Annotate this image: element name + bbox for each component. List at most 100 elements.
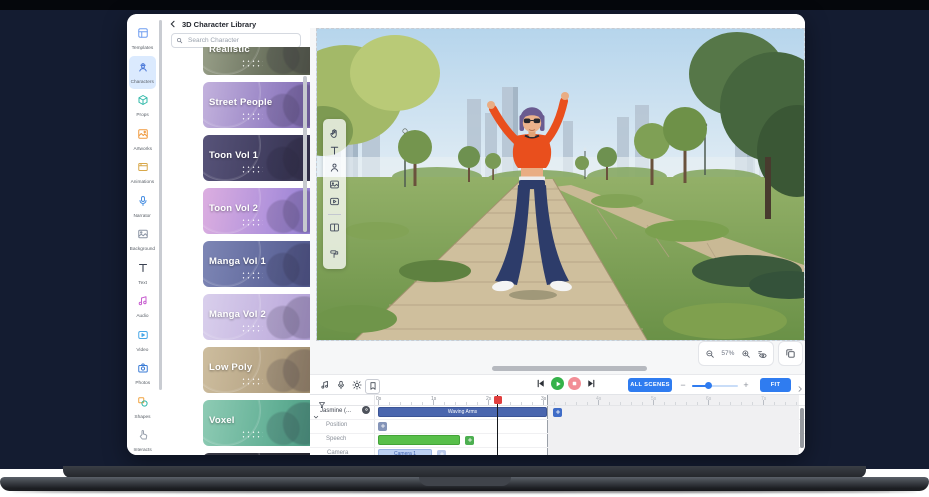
light-sun-icon[interactable] <box>350 379 363 392</box>
laptop-mockup: Templates Characters Props Artworks Anim… <box>0 0 929 497</box>
character-library-panel: 3D Character Library Realistic Street Pe… <box>162 14 310 455</box>
main-area: 57% ALL SCENES <box>310 14 805 455</box>
sidebar-item-templates[interactable]: Templates <box>129 22 156 56</box>
animation-clip[interactable]: Waving Arms <box>378 407 547 417</box>
fit-button[interactable]: FIT <box>760 378 791 392</box>
viewport-canvas[interactable] <box>316 28 805 341</box>
card-realistic[interactable]: Realistic <box>203 47 318 75</box>
canvas-horizontal-scrollbar[interactable] <box>492 366 647 371</box>
app-window: Templates Characters Props Artworks Anim… <box>127 14 805 455</box>
label-column-divider <box>374 395 375 455</box>
track-label-position[interactable]: Position <box>326 422 347 428</box>
speech-clip[interactable] <box>378 435 460 445</box>
card-dots-decoration <box>241 218 263 227</box>
card-street-people[interactable]: Street People <box>203 82 318 128</box>
panel-title: 3D Character Library <box>182 20 256 29</box>
zoom-controls: 57% <box>698 341 774 366</box>
timeline-zoom-out[interactable]: − <box>678 378 688 392</box>
card-dots-decoration <box>241 59 263 68</box>
row-divider <box>310 447 805 448</box>
card-partial[interactable] <box>203 453 318 455</box>
card-dots-decoration <box>241 324 263 333</box>
skip-to-start-button[interactable] <box>534 377 547 390</box>
card-manga-vol-2[interactable]: Manga Vol 2 <box>203 294 318 340</box>
track-label-character[interactable]: Jasmine (... <box>320 408 351 414</box>
character-tool-icon[interactable] <box>327 161 342 174</box>
camera-icon <box>137 361 149 379</box>
card-toon-vol-1[interactable]: Toon Vol 1 <box>203 135 318 181</box>
text-tool-icon[interactable] <box>327 144 342 157</box>
microphone-icon <box>137 194 149 212</box>
track-label-speech[interactable]: Speech <box>326 436 346 442</box>
add-animation-button[interactable] <box>553 408 562 417</box>
search-input[interactable] <box>186 36 296 45</box>
canvas-tool-rail <box>323 119 346 269</box>
canvas-margin <box>310 14 805 28</box>
sidebar-item-props[interactable]: Props <box>129 89 156 123</box>
add-speech-button[interactable] <box>465 436 474 445</box>
zoom-in-icon[interactable] <box>741 349 751 359</box>
split-screen-tool-icon[interactable] <box>327 221 342 234</box>
stop-button[interactable] <box>568 377 581 390</box>
bookmark-icon[interactable] <box>365 379 380 394</box>
track-collapse-chevron-icon[interactable] <box>313 407 319 425</box>
panel-header: 3D Character Library <box>168 18 256 30</box>
search-box[interactable] <box>171 33 301 48</box>
play-button[interactable] <box>551 377 564 390</box>
sidebar-item-video[interactable]: Video <box>129 324 156 358</box>
all-scenes-button[interactable]: ALL SCENES <box>628 378 672 392</box>
back-chevron-icon[interactable] <box>168 19 178 29</box>
music-note-icon <box>137 294 149 312</box>
card-dots-decoration <box>241 165 263 174</box>
row-divider <box>310 433 805 434</box>
card-low-poly[interactable]: Low Poly <box>203 347 318 393</box>
zoom-out-icon[interactable] <box>705 349 715 359</box>
camera-clip[interactable]: Camera 1 <box>378 449 432 455</box>
timeline-zoom-in[interactable]: + <box>741 378 751 392</box>
timeline-zoom-slider[interactable] <box>692 385 738 388</box>
search-icon <box>176 37 183 44</box>
track-label-camera[interactable]: Camera <box>327 450 348 455</box>
add-position-keyframe-button[interactable] <box>378 422 387 431</box>
sidebar-item-label: Props <box>136 112 148 118</box>
sidebar-item-photos[interactable]: Photos <box>129 357 156 391</box>
sidebar-item-shapes[interactable]: Shapes <box>129 391 156 425</box>
zoom-level: 57% <box>721 350 734 357</box>
image-tool-icon[interactable] <box>327 178 342 191</box>
sidebar-item-background[interactable]: Background <box>129 223 156 257</box>
add-camera-button[interactable] <box>437 450 446 456</box>
card-manga-vol-1[interactable]: Manga Vol 1 <box>203 241 318 287</box>
laptop-base-notch <box>419 477 511 486</box>
card-toon-vol-2[interactable]: Toon Vol 2 <box>203 188 318 234</box>
card-list-scrollbar[interactable] <box>303 76 307 232</box>
card-voxel[interactable]: Voxel <box>203 400 318 446</box>
track-visibility-toggle[interactable] <box>362 406 370 414</box>
filter-funnel-icon[interactable] <box>318 396 328 405</box>
card-dots-decoration <box>241 377 263 386</box>
video-tool-icon[interactable] <box>327 195 342 208</box>
sidebar-item-audio[interactable]: Audio <box>129 290 156 324</box>
sidebar: Templates Characters Props Artworks Anim… <box>127 14 158 455</box>
timeline-scrollbar[interactable] <box>800 408 804 448</box>
sidebar-item-artworks[interactable]: Artworks <box>129 123 156 157</box>
pointer-hand-icon <box>137 428 149 446</box>
playhead-handle[interactable] <box>494 396 502 404</box>
sidebar-item-label: Characters <box>131 79 154 85</box>
music-icon[interactable] <box>318 379 331 392</box>
park-scene-render <box>317 29 804 340</box>
slider-thumb[interactable] <box>705 382 712 389</box>
card-label: Toon Vol 1 <box>209 150 258 161</box>
skip-to-end-button[interactable] <box>585 377 598 390</box>
paint-roller-tool-icon[interactable] <box>327 248 342 261</box>
sidebar-item-text[interactable]: Text <box>129 257 156 291</box>
timeline-ruler[interactable]: 0s 1s 2s 3s 4s 5s 6s 7s <box>310 395 805 406</box>
sidebar-item-characters[interactable]: Characters <box>129 56 156 90</box>
sidebar-item-narrator[interactable]: Narrator <box>129 190 156 224</box>
hand-tool-icon[interactable] <box>327 127 342 140</box>
props-cube-icon <box>137 93 149 111</box>
duplicate-scene-button[interactable] <box>778 341 803 366</box>
sidebar-item-animations[interactable]: Animations <box>129 156 156 190</box>
microphone-record-icon[interactable] <box>334 379 347 392</box>
sidebar-item-interacts[interactable]: Interacts <box>129 424 156 455</box>
hide-controls-eye-icon[interactable] <box>757 349 767 359</box>
